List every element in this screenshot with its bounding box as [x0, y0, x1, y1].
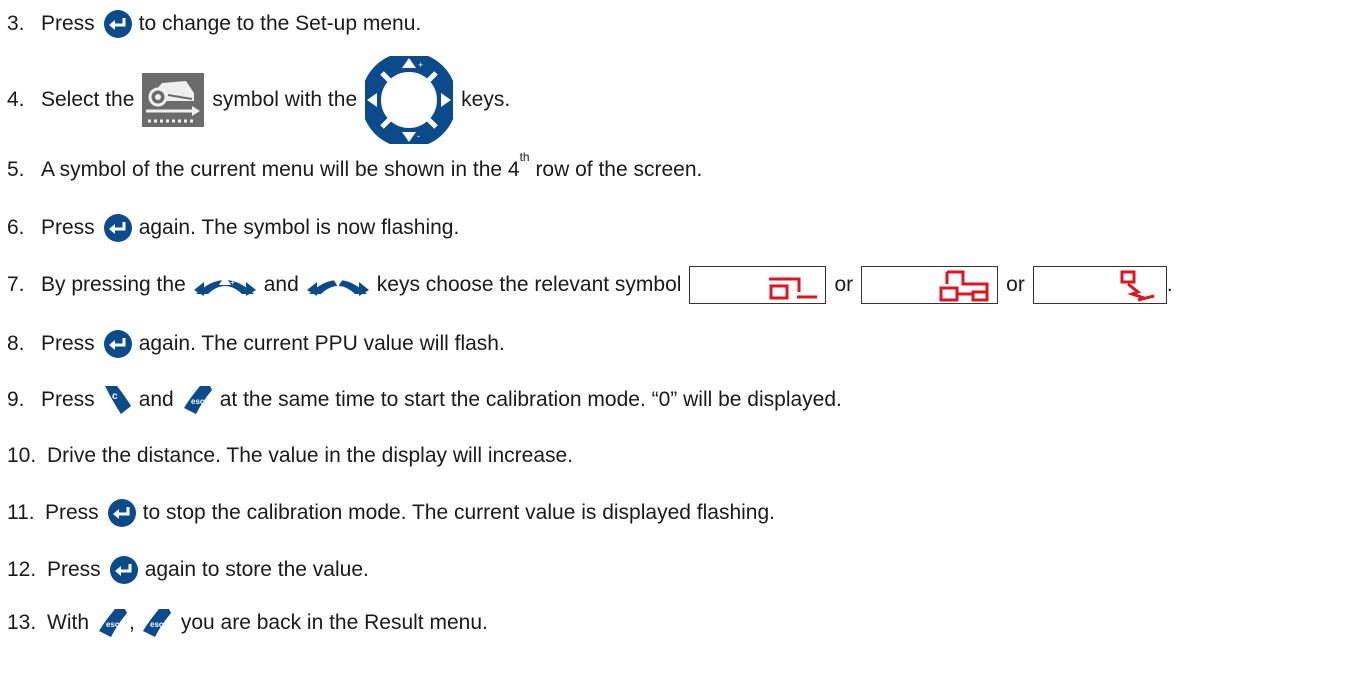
- step-number: 6.: [7, 216, 25, 239]
- step-text: and: [138, 388, 174, 411]
- step-text: you are back in the Result menu.: [180, 611, 488, 634]
- step-11: 11. Press to stop the calibration mode. …: [0, 499, 775, 527]
- step-number: 4.: [7, 88, 25, 111]
- step-number: 3.: [7, 12, 25, 35]
- step-9: 9. Press c and esc at the same time to s…: [0, 386, 842, 414]
- enter-key-icon: [109, 556, 138, 584]
- enter-key-icon: [107, 499, 136, 527]
- step-text: Press: [41, 388, 95, 411]
- step-text: .: [1166, 273, 1173, 296]
- step-13: 13. With esc , esc you are back in the R…: [0, 609, 488, 637]
- step-7: 7. By pressing the + and keys choose the…: [0, 266, 1173, 304]
- tractor-symbol-icon: [939, 270, 989, 302]
- step-text: Press: [45, 501, 99, 524]
- implement-symbol-icon: [1120, 270, 1155, 302]
- step-text: Select the: [41, 88, 135, 111]
- superscript: th: [519, 150, 530, 164]
- trailer-symbol-icon: [769, 277, 818, 300]
- step-text: and: [263, 273, 299, 296]
- step-text: By pressing the: [41, 273, 186, 296]
- symbol-box-implement: [1032, 266, 1167, 304]
- step-number: 11.: [7, 501, 35, 524]
- step-8: 8. Press again. The current PPU value wi…: [0, 330, 505, 358]
- step-text: With: [47, 611, 89, 634]
- symbol-box-tractor: [861, 266, 999, 304]
- svg-text:esc: esc: [150, 620, 164, 629]
- step-text: Press: [41, 12, 95, 35]
- step-number: 5.: [7, 158, 25, 181]
- step-number: 10.: [7, 444, 37, 467]
- down-minus-key-icon: [306, 277, 369, 296]
- comma: ,: [129, 611, 135, 634]
- step-text: again. The current PPU value will flash.: [138, 332, 505, 355]
- enter-key-icon: [103, 214, 132, 242]
- step-number: 7.: [7, 273, 25, 296]
- step-text: or: [834, 273, 854, 296]
- esc-key-icon: esc: [183, 386, 212, 414]
- step-number: 12.: [7, 558, 37, 581]
- step-text: symbol with the: [212, 88, 358, 111]
- step-text: Press: [41, 332, 95, 355]
- step-text: A symbol of the current menu will be sho…: [41, 150, 703, 181]
- svg-text:esc: esc: [191, 397, 205, 406]
- step-number: 8.: [7, 332, 25, 355]
- step-text: keys choose the relevant symbol: [376, 273, 682, 296]
- step-number: 13.: [7, 611, 37, 634]
- step-text: Drive the distance. The value in the dis…: [47, 444, 574, 467]
- step-text: or: [1006, 273, 1025, 296]
- svg-text:+: +: [418, 60, 423, 70]
- symbol-box-trailer: [689, 266, 827, 304]
- svg-text:-: -: [417, 131, 420, 141]
- implement-setup-icon: [142, 73, 205, 127]
- step-5: 5. A symbol of the current menu will be …: [0, 150, 703, 183]
- c-key-icon: c: [104, 386, 131, 414]
- step-text: to change to the Set-up menu.: [138, 12, 422, 35]
- step-10: 10. Drive the distance. The value in the…: [0, 443, 573, 469]
- step-number: 9.: [7, 388, 25, 411]
- step-text: keys.: [461, 88, 511, 111]
- arrow-keypad-icon: + -: [365, 56, 454, 144]
- step-text: to stop the calibration mode. The curren…: [142, 501, 775, 524]
- enter-key-icon: [103, 330, 132, 358]
- step-text: again to store the value.: [144, 558, 369, 581]
- step-text: Press: [41, 216, 95, 239]
- enter-key-icon: [103, 10, 132, 38]
- up-plus-key-icon: +: [193, 275, 256, 296]
- esc-key-icon: esc: [99, 609, 127, 637]
- svg-text:esc: esc: [106, 620, 120, 629]
- step-4: 4. Select the symbol with the + - keys.: [0, 56, 511, 144]
- step-text: Press: [47, 558, 101, 581]
- step-3: 3. Press to change to the Set-up menu.: [0, 10, 422, 38]
- step-6: 6. Press again. The symbol is now flashi…: [0, 214, 460, 242]
- step-text: at the same time to start the calibratio…: [219, 388, 842, 411]
- step-12: 12. Press again to store the value.: [0, 556, 369, 584]
- svg-text:c: c: [112, 391, 118, 402]
- esc-key-icon: esc: [142, 609, 171, 637]
- svg-text:+: +: [230, 278, 235, 287]
- step-text: again. The symbol is now flashing.: [138, 216, 460, 239]
